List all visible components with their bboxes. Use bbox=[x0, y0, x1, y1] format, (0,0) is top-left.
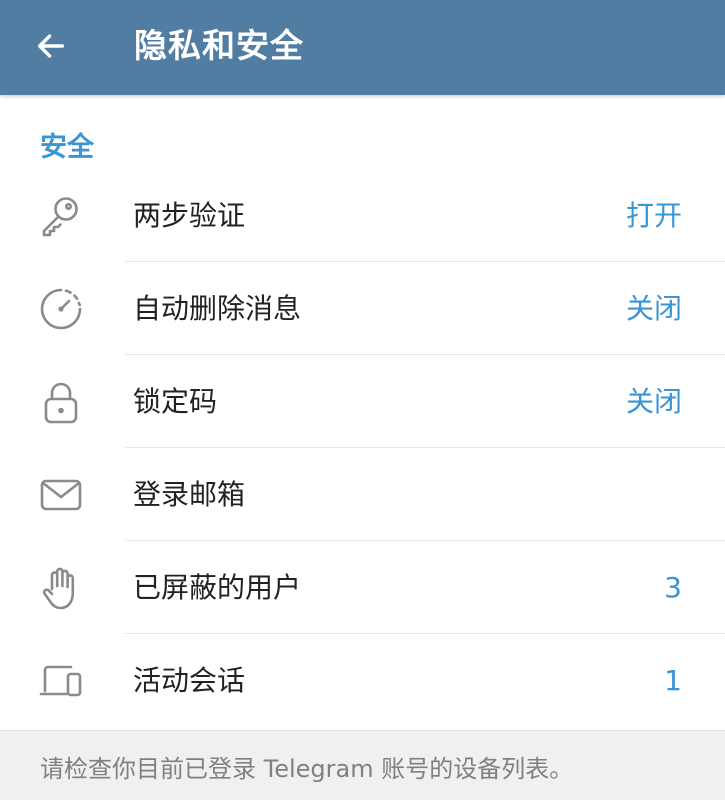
row-label: 自动删除消息 bbox=[133, 292, 302, 325]
row-value: 打开 bbox=[625, 199, 682, 232]
row-value: 1 bbox=[664, 664, 682, 697]
row-value: 3 bbox=[664, 571, 682, 604]
mail-icon bbox=[38, 472, 84, 518]
timer-icon bbox=[38, 286, 84, 332]
row-label: 锁定码 bbox=[133, 385, 218, 418]
row-value: 关闭 bbox=[625, 385, 682, 418]
row-active-sessions[interactable]: 活动会话 1 bbox=[0, 634, 725, 729]
row-blocked-users[interactable]: 已屏蔽的用户 3 bbox=[0, 541, 725, 634]
privacy-security-screen: 隐私和安全 安全 两步验证 打开 自动删除消息 关闭 锁定码 关闭 登录邮箱 已… bbox=[0, 0, 725, 800]
lock-icon bbox=[38, 379, 84, 425]
row-label: 已屏蔽的用户 bbox=[133, 571, 302, 604]
hand-icon bbox=[38, 565, 84, 611]
page-title: 隐私和安全 bbox=[134, 26, 304, 65]
row-label: 活动会话 bbox=[133, 664, 246, 697]
footer-hint-text: 请检查你目前已登录 Telegram 账号的设备列表。 bbox=[40, 755, 574, 783]
app-bar: 隐私和安全 bbox=[0, 0, 725, 95]
row-auto-delete-messages[interactable]: 自动删除消息 关闭 bbox=[0, 262, 725, 355]
info-footer: 请检查你目前已登录 Telegram 账号的设备列表。 bbox=[0, 730, 725, 800]
row-label: 登录邮箱 bbox=[133, 478, 246, 511]
row-two-step-verification[interactable]: 两步验证 打开 bbox=[0, 169, 725, 262]
row-login-email[interactable]: 登录邮箱 bbox=[0, 448, 725, 541]
arrow-left-icon bbox=[37, 34, 65, 58]
row-passcode-lock[interactable]: 锁定码 关闭 bbox=[0, 355, 725, 448]
row-value: 关闭 bbox=[625, 292, 682, 325]
back-button[interactable] bbox=[22, 20, 80, 72]
row-label: 两步验证 bbox=[133, 199, 246, 232]
section-header-security: 安全 bbox=[40, 132, 94, 163]
devices-icon bbox=[38, 658, 84, 704]
key-icon bbox=[38, 193, 84, 239]
